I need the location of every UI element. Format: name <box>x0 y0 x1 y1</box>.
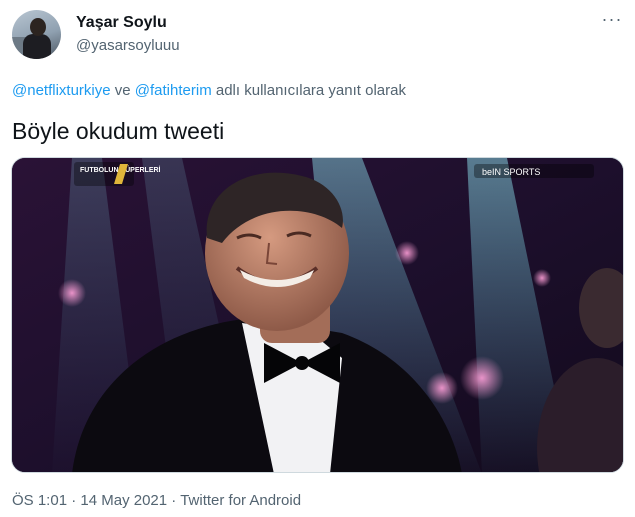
more-options-icon[interactable]: ··· <box>601 8 623 30</box>
mention-link-netflixturkiye[interactable]: @netflixturkiye <box>12 82 111 99</box>
mention-link-fatihterim[interactable]: @fatihterim <box>135 82 212 99</box>
channel-bug-text: beIN SPORTS <box>482 167 540 177</box>
meta-separator-2: · <box>167 492 181 509</box>
reply-connector: ve <box>110 82 135 99</box>
tweet-time[interactable]: ÖS 1:01 <box>12 492 67 509</box>
reply-suffix: adlı kullanıcılara yanıt olarak <box>211 82 406 99</box>
author-handle[interactable]: @yasarsoyluuu <box>76 37 180 54</box>
reply-context: @netflixturkiye ve @fatihterim adlı kull… <box>12 82 406 99</box>
author-avatar[interactable] <box>12 10 61 59</box>
tweet-metadata: ÖS 1:01 · 14 May 2021 · Twitter for Andr… <box>12 492 301 509</box>
tweet-text: Böyle okudum tweeti <box>12 118 225 144</box>
tweet-media-image[interactable]: FUTBOLUN SÜPERLERİ beIN SPORTS <box>11 157 624 473</box>
media-illustration: FUTBOLUN SÜPERLERİ beIN SPORTS <box>12 158 623 472</box>
tweet-source[interactable]: Twitter for Android <box>180 492 301 509</box>
avatar-figure-body <box>23 34 51 59</box>
author-name[interactable]: Yaşar Soylu <box>76 14 167 32</box>
tweet-date[interactable]: 14 May 2021 <box>80 492 167 509</box>
channel-bug: beIN SPORTS <box>474 164 594 178</box>
meta-separator-1: · <box>67 492 81 509</box>
avatar-figure-head <box>30 18 46 36</box>
